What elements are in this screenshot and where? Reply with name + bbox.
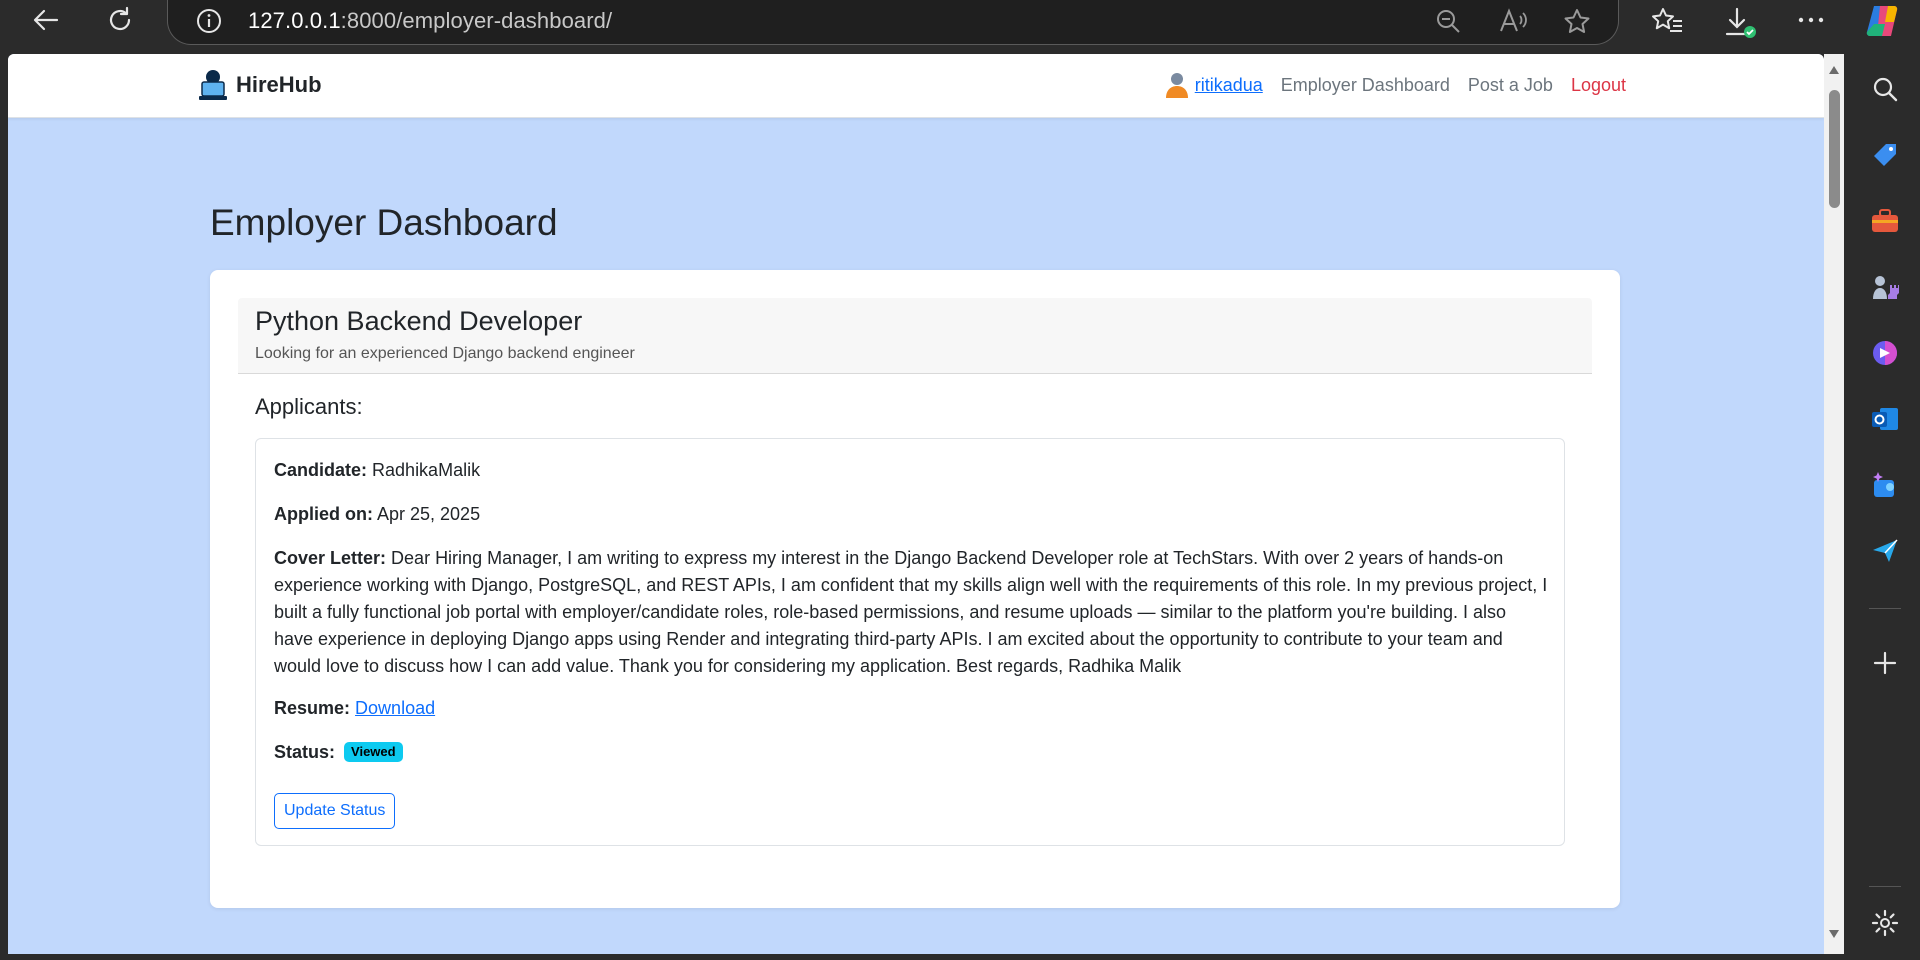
favorite-star-icon[interactable] — [1562, 7, 1592, 40]
browser-toolbar: 127.0.0.1:8000/employer-dashboard/ — [0, 0, 1920, 54]
cover-letter-label: Cover Letter: — [274, 548, 387, 568]
site-info-icon[interactable] — [195, 7, 223, 40]
designer-icon[interactable] — [1870, 470, 1900, 500]
status-badge: Viewed — [344, 742, 403, 762]
cover-letter-row: Cover Letter: Dear Hiring Manager, I am … — [274, 545, 1549, 680]
add-icon[interactable] — [1870, 648, 1900, 678]
sidebar-divider-bottom — [1869, 886, 1901, 887]
nav-links: ritikadua Employer Dashboard Post a Job … — [1165, 72, 1626, 98]
applied-label: Applied on: — [274, 504, 373, 524]
cover-letter-text: Dear Hiring Manager, I am writing to exp… — [274, 548, 1548, 676]
username-link[interactable]: ritikadua — [1195, 75, 1263, 96]
job-description: Looking for an experienced Django backen… — [255, 345, 635, 362]
applied-date: Apr 25, 2025 — [377, 504, 481, 524]
nav-post-job[interactable]: Post a Job — [1468, 75, 1553, 96]
url-text[interactable]: 127.0.0.1:8000/employer-dashboard/ — [248, 8, 612, 34]
nav-employer-dashboard[interactable]: Employer Dashboard — [1281, 75, 1450, 96]
brand-name: HireHub — [236, 72, 322, 97]
more-options-icon[interactable] — [1796, 8, 1826, 37]
job-card: Python Backend Developer Looking for an … — [210, 270, 1620, 908]
refresh-button[interactable] — [100, 2, 140, 38]
url-path: :8000/employer-dashboard/ — [340, 8, 613, 33]
user-avatar-icon — [1165, 73, 1188, 98]
search-icon[interactable] — [1870, 74, 1900, 104]
candidate-label: Candidate: — [274, 460, 368, 480]
brand-logo[interactable]: HireHub — [198, 68, 322, 102]
app-navbar: HireHub ritikadua Employer Dashboard Pos… — [8, 54, 1824, 118]
browser-sidebar — [1846, 54, 1920, 960]
shopping-tag-icon[interactable] — [1870, 140, 1900, 170]
nav-user: ritikadua — [1165, 72, 1263, 98]
applicants-heading: Applicants: — [255, 394, 363, 419]
update-status-button[interactable]: Update Status — [274, 793, 396, 829]
back-button[interactable] — [26, 2, 66, 38]
job-card-header: Python Backend Developer Looking for an … — [238, 298, 1592, 374]
status-row: Status: Viewed — [274, 739, 403, 766]
refresh-icon — [109, 6, 131, 31]
candidate-name: RadhikaMalik — [372, 460, 481, 480]
games-icon[interactable] — [1870, 272, 1900, 302]
scroll-thumb[interactable] — [1829, 90, 1840, 208]
favorites-icon[interactable] — [1650, 5, 1684, 42]
scroll-up-arrow-icon[interactable] — [1829, 66, 1839, 74]
settings-gear-icon[interactable] — [1870, 908, 1900, 938]
page-scrollbar[interactable] — [1824, 54, 1844, 954]
toolbox-icon[interactable] — [1870, 206, 1900, 236]
copilot-app-icon[interactable] — [1870, 338, 1900, 368]
outlook-icon[interactable] — [1870, 404, 1900, 434]
applicant-card: Candidate: RadhikaMalik Applied on: Apr … — [255, 438, 1565, 846]
candidate-row: Candidate: RadhikaMalik — [274, 457, 480, 484]
resume-label: Resume: — [274, 698, 351, 718]
status-label: Status: — [274, 742, 336, 762]
nav-logout[interactable]: Logout — [1571, 75, 1626, 96]
laptop-user-icon — [199, 70, 227, 100]
address-bar[interactable]: 127.0.0.1:8000/employer-dashboard/ — [167, 0, 1619, 45]
copilot-icon[interactable] — [1864, 2, 1904, 45]
read-aloud-icon[interactable] — [1498, 7, 1528, 40]
page-viewport: HireHub ritikadua Employer Dashboard Pos… — [8, 54, 1824, 954]
resume-row: Resume: Download — [274, 695, 435, 722]
resume-download-link[interactable]: Download — [355, 698, 435, 718]
sidebar-divider — [1869, 608, 1901, 609]
page-title: Employer Dashboard — [210, 202, 558, 243]
back-arrow-icon — [33, 9, 59, 31]
scroll-down-arrow-icon[interactable] — [1829, 930, 1839, 938]
job-title: Python Backend Developer — [255, 306, 583, 336]
send-icon[interactable] — [1870, 536, 1900, 566]
applied-row: Applied on: Apr 25, 2025 — [274, 501, 480, 528]
downloads-icon[interactable] — [1722, 5, 1758, 46]
url-host: 127.0.0.1 — [248, 8, 341, 33]
zoom-out-icon[interactable] — [1434, 7, 1462, 40]
